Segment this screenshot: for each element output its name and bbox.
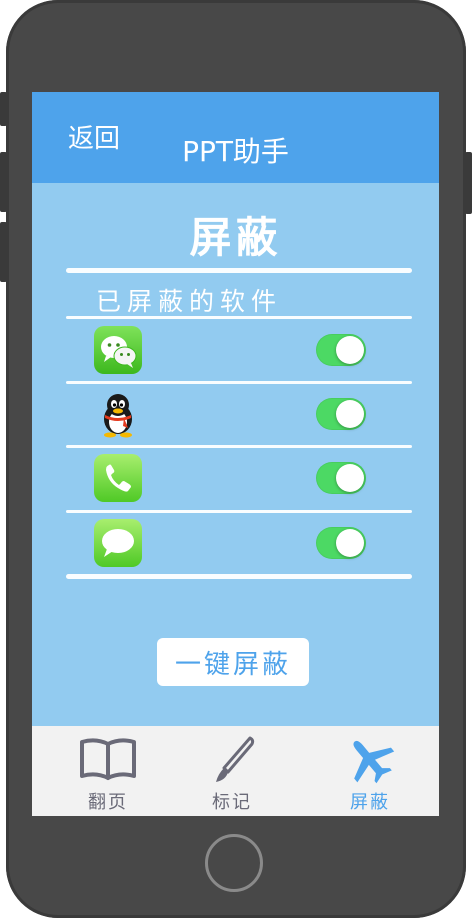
phone-toggle[interactable] bbox=[316, 462, 366, 494]
list-item-messages bbox=[32, 515, 439, 575]
toggle-knob bbox=[336, 400, 364, 428]
nav-header: 返回 PPT助手 bbox=[32, 92, 439, 183]
tab-block[interactable]: 屏蔽 bbox=[320, 726, 420, 816]
wechat-icon bbox=[94, 326, 142, 374]
toggle-knob bbox=[336, 529, 364, 557]
brush-icon bbox=[202, 734, 262, 786]
list-item-wechat bbox=[32, 322, 439, 382]
book-icon bbox=[78, 734, 138, 786]
phone-icon bbox=[94, 454, 142, 502]
tab-label: 翻页 bbox=[88, 792, 128, 813]
divider bbox=[66, 268, 412, 273]
divider bbox=[66, 445, 412, 448]
list-item-phone bbox=[32, 450, 439, 510]
section-label: 已屏蔽的软件 bbox=[96, 287, 283, 316]
power-button bbox=[465, 152, 472, 214]
qq-toggle[interactable] bbox=[316, 398, 366, 430]
divider bbox=[66, 574, 412, 579]
toggle-knob bbox=[336, 464, 364, 492]
tab-mark[interactable]: 标记 bbox=[182, 726, 282, 816]
divider bbox=[66, 316, 412, 319]
tab-label: 标记 bbox=[212, 792, 252, 813]
tab-flip[interactable]: 翻页 bbox=[58, 726, 158, 816]
wechat-toggle[interactable] bbox=[316, 334, 366, 366]
toggle-knob bbox=[336, 336, 364, 364]
app-screen: 返回 PPT助手 屏蔽 已屏蔽的软件 一键屏蔽 翻页 标记 屏蔽 bbox=[32, 92, 439, 816]
divider bbox=[66, 381, 412, 384]
list-item-qq bbox=[32, 386, 439, 446]
home-button[interactable] bbox=[205, 834, 263, 892]
page-title: 屏蔽 bbox=[189, 213, 282, 262]
messages-toggle[interactable] bbox=[316, 527, 366, 559]
divider bbox=[66, 510, 412, 513]
qq-penguin-icon bbox=[94, 390, 142, 438]
tab-label: 屏蔽 bbox=[350, 792, 390, 813]
app-title: PPT助手 bbox=[182, 135, 289, 168]
tab-bar: 翻页 标记 屏蔽 bbox=[32, 726, 439, 816]
airplane-icon bbox=[340, 734, 400, 786]
messages-icon bbox=[94, 519, 142, 567]
one-key-block-button[interactable]: 一键屏蔽 bbox=[157, 638, 309, 686]
